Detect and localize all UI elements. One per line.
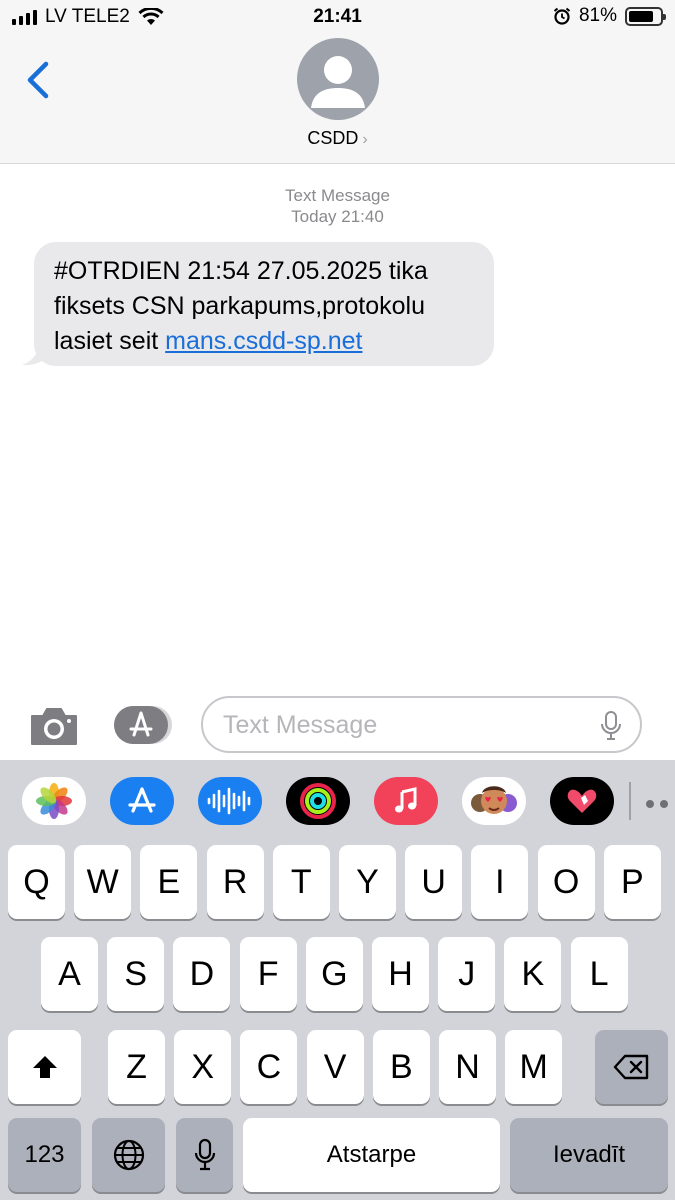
keyboard: Q W E R T Y U I O P A S D F G H J K L Z X C V B N M 123 Atstarpe Iev… <box>0 760 675 1200</box>
key-g[interactable]: G <box>305 937 363 1011</box>
key-p[interactable]: P <box>603 845 661 919</box>
key-s[interactable]: S <box>107 937 165 1011</box>
memoji-icon[interactable] <box>462 777 526 825</box>
message-line: #OTRDIEN 21:54 27.05.2025 tika <box>54 257 428 285</box>
key-m[interactable]: M <box>505 1030 563 1104</box>
message-line-text: lasiet seit <box>54 327 159 355</box>
key-l[interactable]: L <box>570 937 628 1011</box>
audio-message-icon[interactable] <box>198 777 262 825</box>
key-j[interactable]: J <box>438 937 496 1011</box>
backspace-icon <box>613 1054 648 1080</box>
message-time-label: Today 21:40 <box>291 207 384 226</box>
key-b[interactable]: B <box>372 1030 430 1104</box>
activity-icon[interactable] <box>286 777 350 825</box>
key-k[interactable]: K <box>504 937 562 1011</box>
conversation-header: CSDD › <box>0 34 675 164</box>
key-w[interactable]: W <box>74 845 132 919</box>
key-h[interactable]: H <box>372 937 429 1011</box>
key-c[interactable]: C <box>240 1030 298 1104</box>
delete-key[interactable] <box>595 1030 668 1104</box>
key-d[interactable]: D <box>173 937 231 1011</box>
status-bar: LV TELE2 21:41 81% <box>0 0 675 34</box>
strip-divider <box>629 782 631 820</box>
globe-key[interactable] <box>92 1118 165 1192</box>
key-t[interactable]: T <box>272 845 330 919</box>
app-store-icon[interactable] <box>112 704 174 746</box>
key-n[interactable]: N <box>439 1030 496 1104</box>
dictation-key[interactable] <box>176 1118 233 1192</box>
key-u[interactable]: U <box>405 845 463 919</box>
message-input[interactable] <box>223 710 583 740</box>
chevron-right-icon: › <box>362 131 368 148</box>
contact-name-button[interactable]: CSDD › <box>0 128 675 149</box>
key-y[interactable]: Y <box>339 845 396 919</box>
camera-icon[interactable] <box>28 704 80 748</box>
key-q[interactable]: Q <box>8 845 65 919</box>
music-icon[interactable] <box>374 777 438 825</box>
key-v[interactable]: V <box>306 1030 364 1104</box>
message-timestamp: Text Message Today 21:40 <box>0 185 675 227</box>
globe-icon <box>113 1139 144 1171</box>
message-line: lasiet seit mans.csdd-sp.net <box>54 324 476 359</box>
microphone-icon[interactable] <box>600 711 622 741</box>
message-bubble[interactable]: #OTRDIEN 21:54 27.05.2025 tika fiksets C… <box>34 242 494 366</box>
battery-percent: 81% <box>578 5 617 26</box>
key-e[interactable]: E <box>140 845 198 919</box>
message-line: fiksets CSN parkapums,protokolu <box>54 292 425 320</box>
app-store-icon[interactable] <box>110 777 174 825</box>
digital-touch-icon[interactable] <box>550 777 614 825</box>
contact-name: CSDD <box>307 128 359 148</box>
numbers-key[interactable]: 123 <box>8 1118 81 1192</box>
alarm-icon <box>553 7 571 25</box>
more-icon[interactable] <box>646 800 668 808</box>
app-drawer-strip <box>0 760 675 842</box>
shift-key[interactable] <box>8 1030 81 1104</box>
key-z[interactable]: Z <box>108 1030 165 1104</box>
key-f[interactable]: F <box>239 937 297 1011</box>
space-key[interactable]: Atstarpe <box>243 1118 500 1192</box>
shift-icon <box>32 1056 57 1078</box>
return-key[interactable]: Ievadīt <box>510 1118 668 1192</box>
key-i[interactable]: I <box>471 845 529 919</box>
photos-icon[interactable] <box>22 777 86 825</box>
back-chevron-icon[interactable] <box>22 60 56 100</box>
message-link[interactable]: mans.csdd-sp.net <box>165 327 362 355</box>
message-type-label: Text Message <box>285 186 390 205</box>
message-input-field[interactable] <box>201 696 642 753</box>
key-x[interactable]: X <box>174 1030 232 1104</box>
key-a[interactable]: A <box>41 937 98 1011</box>
key-o[interactable]: O <box>537 845 595 919</box>
avatar-icon[interactable] <box>297 38 379 120</box>
key-r[interactable]: R <box>206 845 264 919</box>
microphone-icon <box>194 1138 215 1171</box>
battery-icon <box>625 6 666 26</box>
